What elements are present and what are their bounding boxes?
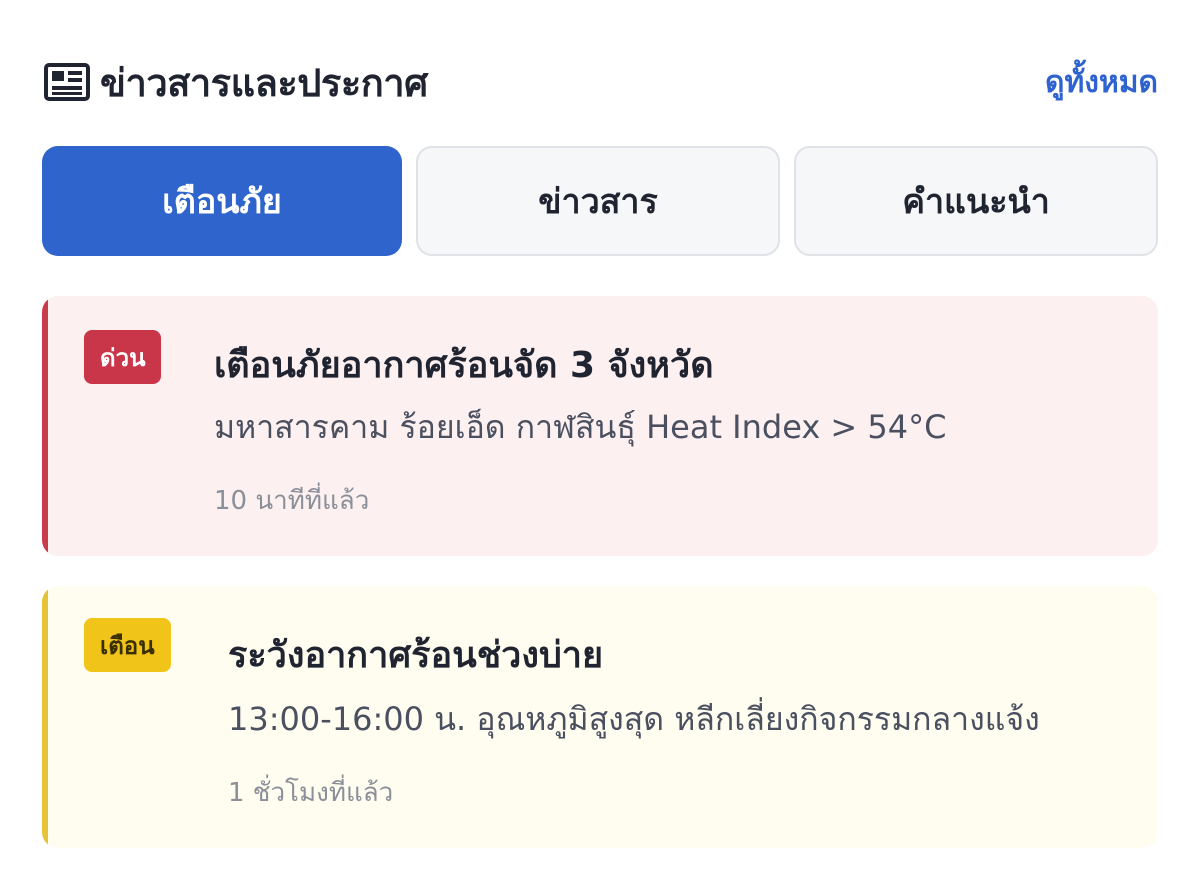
tab-advice[interactable]: คำแนะนำ — [794, 146, 1158, 256]
alert-timestamp: 1 ชั่วโมงที่แล้ว — [228, 778, 394, 808]
alert-card-warning[interactable]: เตือน ระวังอากาศร้อนช่วงบ่าย 13:00-16:00… — [42, 586, 1158, 848]
urgent-badge: ด่วน — [84, 330, 162, 384]
warning-accent-bar — [42, 586, 48, 848]
tab-news[interactable]: ข่าวสาร — [416, 146, 780, 256]
panel-header: ข่าวสารและประกาศ ดูทั้งหมด — [42, 52, 1158, 112]
tab-alerts[interactable]: เตือนภัย — [42, 146, 402, 256]
alert-description: 13:00-16:00 น. อุณหภูมิสูงสุด หลีกเลี่ยง… — [228, 700, 1040, 738]
news-announcements-panel: ข่าวสารและประกาศ ดูทั้งหมด เตือนภัย ข่าว… — [0, 0, 1200, 880]
category-tabs: เตือนภัย ข่าวสาร คำแนะนำ — [42, 146, 1158, 256]
urgent-accent-bar — [42, 296, 48, 556]
page-title: ข่าวสารและประกาศ — [100, 60, 428, 105]
alert-title: ระวังอากาศร้อนช่วงบ่าย — [228, 635, 604, 676]
warning-badge: เตือน — [84, 618, 171, 672]
header-title-group: ข่าวสารและประกาศ — [42, 52, 428, 113]
alert-description: มหาสารคาม ร้อยเอ็ด กาฬสินธุ์ Heat Index … — [214, 408, 947, 446]
alert-card-urgent[interactable]: ด่วน เตือนภัยอากาศร้อนจัด 3 จังหวัด มหาส… — [42, 296, 1158, 556]
view-all-link[interactable]: ดูทั้งหมด — [1045, 59, 1158, 106]
newspaper-icon — [42, 57, 92, 107]
alert-timestamp: 10 นาทีที่แล้ว — [214, 486, 370, 516]
alert-title: เตือนภัยอากาศร้อนจัด 3 จังหวัด — [214, 345, 714, 386]
